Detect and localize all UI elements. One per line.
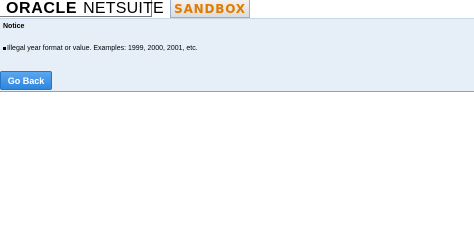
logo-text: ORACLE NETSUITE [6,0,164,17]
notice-panel: Notice Illegal year format or value. Exa… [0,18,474,92]
app-header: ORACLE NETSUITE SANDBOX [0,0,474,18]
sandbox-label: SANDBOX [174,1,246,16]
logo-netsuite-text: NETSUITE [83,0,164,17]
bullet-icon [3,47,6,50]
oracle-netsuite-logo[interactable]: ORACLE NETSUITE [0,0,164,17]
notice-message-row: Illegal year format or value. Examples: … [3,45,198,52]
sandbox-environment-badge: SANDBOX [170,0,250,18]
logo-oracle-text: ORACLE [6,0,78,17]
go-back-button[interactable]: Go Back [0,71,52,90]
notice-title: Notice [3,23,25,30]
notice-message: Illegal year format or value. Examples: … [7,45,198,52]
